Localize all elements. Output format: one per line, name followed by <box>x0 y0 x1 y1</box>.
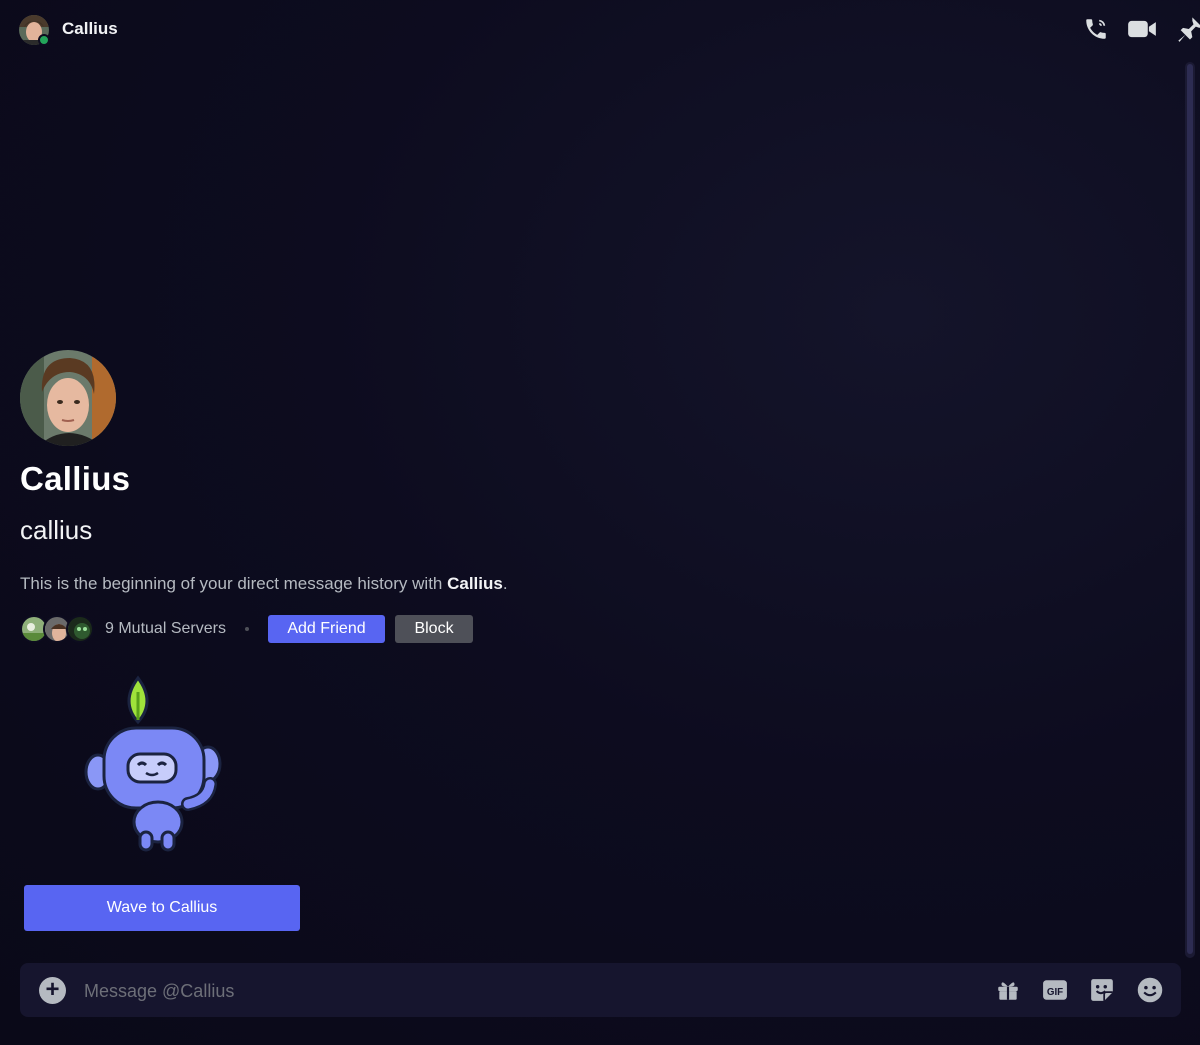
add-friend-button[interactable]: Add Friend <box>268 615 385 643</box>
gif-icon[interactable]: GIF <box>1040 975 1070 1005</box>
gift-icon[interactable] <box>993 975 1023 1005</box>
profile-avatar-image <box>20 350 116 446</box>
separator-dot <box>245 627 249 631</box>
add-attachment-icon[interactable]: + <box>39 977 66 1004</box>
online-status-indicator <box>38 34 50 46</box>
message-composer: + GIF <box>20 963 1181 1017</box>
wumpus-waving-sticker <box>84 675 222 852</box>
header-username: Callius <box>62 19 118 38</box>
profile-avatar[interactable] <box>20 350 116 446</box>
intro-name: Callius <box>447 574 503 593</box>
scrollbar-thumb[interactable] <box>1187 64 1193 954</box>
wave-button[interactable]: Wave to Callius <box>24 885 300 931</box>
header-avatar[interactable] <box>19 15 50 46</box>
intro-suffix: . <box>502 574 508 593</box>
video-camera-icon[interactable] <box>1127 14 1157 44</box>
dm-intro-text: This is the beginning of your direct mes… <box>20 574 508 594</box>
sticker-icon[interactable] <box>1087 975 1117 1005</box>
channel-header: Callius <box>0 0 1200 60</box>
emoji-icon[interactable] <box>1135 975 1165 1005</box>
profile-display-name: Callius <box>20 460 131 497</box>
pin-icon[interactable] <box>1175 14 1200 44</box>
message-input[interactable] <box>84 977 964 1005</box>
phone-call-icon[interactable] <box>1081 14 1111 44</box>
block-button[interactable]: Block <box>395 615 473 643</box>
svg-text:GIF: GIF <box>1047 987 1063 998</box>
profile-username: callius <box>20 515 93 545</box>
intro-prefix: This is the beginning of your direct mes… <box>20 574 448 593</box>
mutual-servers-link[interactable]: 9 Mutual Servers <box>105 620 226 638</box>
mutual-server-icon[interactable] <box>66 615 94 643</box>
